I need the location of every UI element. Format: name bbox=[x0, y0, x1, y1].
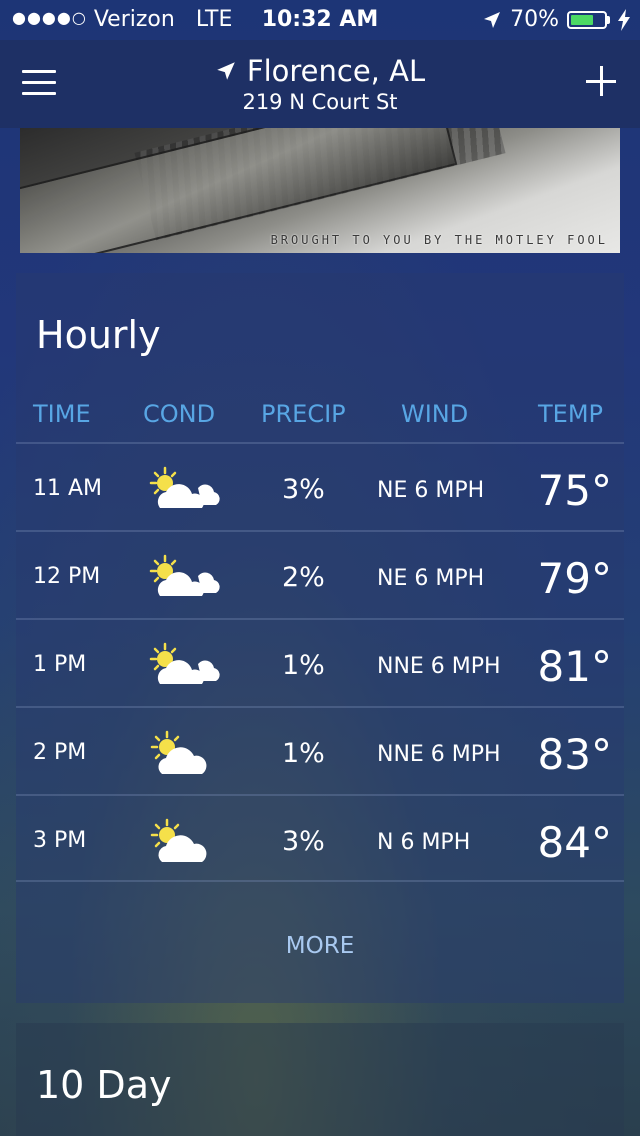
column-header-precip: PRECIP bbox=[261, 400, 346, 428]
column-header-wind: WIND bbox=[401, 400, 469, 428]
hourly-rows: 11 AM 3% NE 6 MPH 75° 12 PM 2% NE 6 MPH … bbox=[16, 442, 624, 882]
street-address: 219 N Court St bbox=[242, 90, 398, 114]
hourly-row[interactable]: 3 PM 3% N 6 MPH 84° bbox=[16, 794, 624, 882]
row-precip: 2% bbox=[282, 562, 325, 593]
row-temp: 84° bbox=[537, 818, 612, 867]
row-temp: 75° bbox=[537, 466, 612, 515]
ad-banner[interactable]: BROUGHT TO YOU BY THE MOTLEY FOOL bbox=[20, 128, 620, 253]
row-wind: N 6 MPH bbox=[377, 830, 471, 855]
row-time: 3 PM bbox=[33, 828, 87, 853]
partly-cloudy-icon bbox=[149, 554, 220, 596]
add-location-icon[interactable] bbox=[584, 64, 618, 98]
row-precip: 3% bbox=[282, 826, 325, 857]
mostly-sunny-icon bbox=[150, 730, 207, 774]
more-button[interactable]: MORE bbox=[16, 933, 624, 959]
hourly-title: Hourly bbox=[36, 313, 161, 357]
battery-percent: 70% bbox=[510, 7, 559, 32]
ad-credit-text: BROUGHT TO YOU BY THE MOTLEY FOOL bbox=[270, 233, 608, 247]
row-time: 12 PM bbox=[33, 564, 101, 589]
location-title: Florence, AL bbox=[215, 54, 425, 88]
location-block[interactable]: Florence, AL 219 N Court St bbox=[0, 54, 640, 114]
location-arrow-icon bbox=[484, 11, 501, 28]
column-header-temp: TEMP bbox=[538, 400, 604, 428]
hourly-row[interactable]: 12 PM 2% NE 6 MPH 79° bbox=[16, 530, 624, 618]
ten-day-title: 10 Day bbox=[36, 1063, 172, 1107]
column-header-time: TIME bbox=[33, 400, 91, 428]
row-wind: NE 6 MPH bbox=[377, 478, 485, 503]
charging-bolt-icon bbox=[618, 8, 630, 31]
hourly-row[interactable]: 11 AM 3% NE 6 MPH 75° bbox=[16, 442, 624, 530]
row-wind: NNE 6 MPH bbox=[377, 742, 501, 767]
nav-header: Florence, AL 219 N Court St bbox=[0, 40, 640, 128]
ten-day-card[interactable]: 10 Day bbox=[16, 1023, 624, 1136]
row-temp: 81° bbox=[537, 642, 612, 691]
row-time: 1 PM bbox=[33, 652, 87, 677]
row-temp: 83° bbox=[537, 730, 612, 779]
hourly-row[interactable]: 1 PM 1% NNE 6 MPH 81° bbox=[16, 618, 624, 706]
row-temp: 79° bbox=[537, 554, 612, 603]
partly-cloudy-icon bbox=[149, 642, 220, 684]
column-header-cond: COND bbox=[143, 400, 216, 428]
battery-nub bbox=[607, 15, 610, 24]
status-bar: ●●●●○ Verizon LTE 10:32 AM 70% bbox=[0, 0, 640, 40]
city-name: Florence, AL bbox=[246, 54, 426, 88]
hourly-card: Hourly TIME COND PRECIP WIND TEMP 11 AM … bbox=[16, 273, 624, 1003]
partly-cloudy-icon bbox=[149, 466, 220, 508]
mostly-sunny-icon bbox=[150, 818, 207, 862]
hourly-row[interactable]: 2 PM 1% NNE 6 MPH 83° bbox=[16, 706, 624, 794]
row-precip: 1% bbox=[282, 650, 325, 681]
row-wind: NNE 6 MPH bbox=[377, 654, 501, 679]
location-arrow-icon bbox=[217, 62, 235, 80]
row-time: 2 PM bbox=[33, 740, 87, 765]
hourly-column-headers: TIME COND PRECIP WIND TEMP bbox=[16, 400, 624, 440]
battery-icon bbox=[567, 10, 607, 29]
row-precip: 1% bbox=[282, 738, 325, 769]
row-wind: NE 6 MPH bbox=[377, 566, 485, 591]
battery-fill bbox=[571, 14, 593, 25]
status-right: 70% bbox=[482, 7, 630, 32]
row-precip: 3% bbox=[282, 474, 325, 505]
row-time: 11 AM bbox=[33, 476, 103, 501]
